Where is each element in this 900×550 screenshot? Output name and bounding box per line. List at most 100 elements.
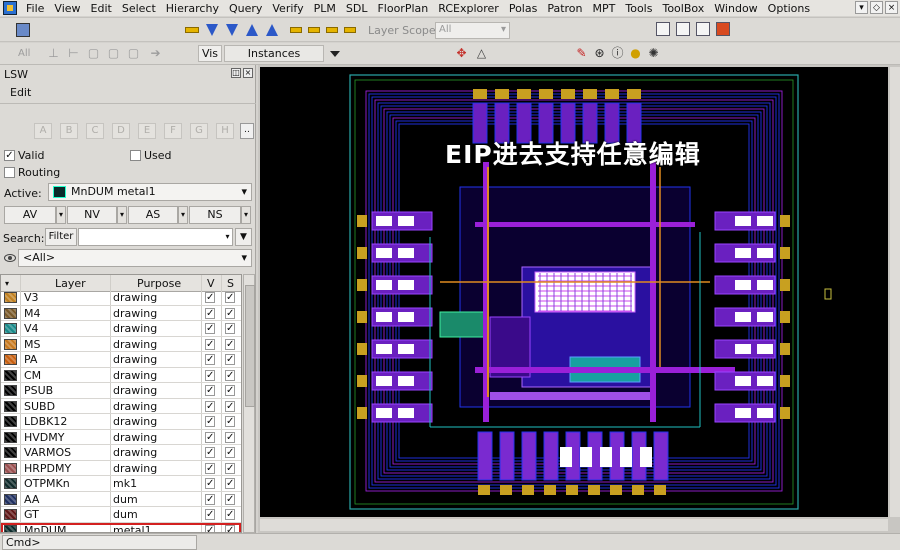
window-tile-icon[interactable] <box>656 22 670 36</box>
layer-row[interactable]: GT dum ✓ ✓ <box>1 507 241 523</box>
nv-dropdown-icon[interactable]: ▾ <box>117 206 127 224</box>
as-button[interactable]: AS <box>128 206 178 224</box>
lsw-close-icon[interactable]: × <box>243 68 253 78</box>
search-input[interactable] <box>78 228 233 246</box>
visible-checkbox[interactable]: ✓ <box>205 307 215 319</box>
move-icon[interactable]: ✥ <box>454 46 469 61</box>
layer-row[interactable]: AA dum ✓ ✓ <box>1 492 241 507</box>
layer-swatch[interactable] <box>4 416 17 427</box>
col-s-header[interactable]: S <box>227 277 234 290</box>
return-icon[interactable] <box>266 24 278 36</box>
menu-edit[interactable]: Edit <box>86 2 117 15</box>
layer-filter-a-button[interactable]: A <box>34 123 52 139</box>
layer-row[interactable]: LDBK12 drawing ✓ ✓ <box>1 414 241 430</box>
path-tool-icon[interactable] <box>290 27 302 33</box>
layer-swatch[interactable] <box>4 493 17 505</box>
selectable-checkbox[interactable]: ✓ <box>225 400 235 412</box>
canvas-hscrollbar[interactable] <box>260 519 888 531</box>
search-options-button[interactable]: ▼ <box>235 228 252 246</box>
rect-tool-icon[interactable] <box>308 27 320 33</box>
visible-checkbox[interactable]: ✓ <box>205 462 215 474</box>
as-dropdown-icon[interactable]: ▾ <box>178 206 188 224</box>
layer-filter-b-button[interactable]: B <box>60 123 78 139</box>
menu-window[interactable]: Window <box>709 2 762 15</box>
layer-swatch[interactable] <box>4 354 17 365</box>
visible-checkbox[interactable]: ✓ <box>205 416 215 427</box>
layer-row[interactable]: M4 drawing ✓ ✓ <box>1 306 241 321</box>
layer-filter-f-button[interactable]: F <box>164 123 182 139</box>
menu-toolbox[interactable]: ToolBox <box>657 2 709 15</box>
selectable-checkbox[interactable]: ✓ <box>225 307 235 319</box>
layer-table-scrollbar[interactable] <box>243 274 255 533</box>
snap-icon[interactable]: ⊢ <box>66 46 81 61</box>
av-dropdown-icon[interactable]: ▾ <box>56 206 66 224</box>
ns-dropdown-icon[interactable]: ▾ <box>241 206 251 224</box>
layer-swatch[interactable] <box>4 385 17 396</box>
layer-set-select[interactable]: <All> <box>18 249 252 267</box>
layer-filter-g-button[interactable]: G <box>190 123 208 139</box>
align-icon[interactable]: ⊥ <box>46 46 61 61</box>
window-new-icon[interactable] <box>696 22 710 36</box>
menu-view[interactable]: View <box>49 2 85 15</box>
instances-dropdown-icon[interactable] <box>330 51 340 57</box>
selectable-checkbox[interactable]: ✓ <box>225 369 235 381</box>
selectable-checkbox[interactable]: ✓ <box>225 447 235 458</box>
canvas-vscrollbar[interactable] <box>890 67 900 517</box>
window-cascade-icon[interactable] <box>676 22 690 36</box>
layer-swatch[interactable] <box>4 338 17 350</box>
visible-checkbox[interactable]: ✓ <box>205 369 215 381</box>
info-icon[interactable]: ⓘ <box>610 46 625 61</box>
command-line[interactable]: Cmd> <box>2 535 197 550</box>
layer-swatch[interactable] <box>4 369 17 381</box>
eye-icon[interactable] <box>4 254 16 262</box>
selectable-checkbox[interactable]: ✓ <box>225 338 235 350</box>
filter-button[interactable]: Filter <box>45 228 77 246</box>
selectable-checkbox[interactable]: ✓ <box>225 509 235 520</box>
target-icon[interactable]: ⊛ <box>592 46 607 61</box>
menu-patron[interactable]: Patron <box>542 2 587 15</box>
visible-checkbox[interactable]: ✓ <box>205 478 215 489</box>
selectable-checkbox[interactable]: ✓ <box>225 462 235 474</box>
selectable-checkbox[interactable]: ✓ <box>225 323 235 334</box>
ns-button[interactable]: NS <box>189 206 241 224</box>
layer-swatch[interactable] <box>4 292 17 303</box>
visible-checkbox[interactable]: ✓ <box>205 292 215 303</box>
selectable-checkbox[interactable]: ✓ <box>225 416 235 427</box>
settings-icon[interactable]: ✺ <box>646 46 661 61</box>
selectable-checkbox[interactable]: ✓ <box>225 292 235 303</box>
active-layer-select[interactable]: MnDUM metal1 <box>48 183 252 201</box>
instances-field[interactable]: Instances <box>224 45 324 62</box>
visible-checkbox[interactable]: ✓ <box>205 400 215 412</box>
selectable-checkbox[interactable]: ✓ <box>225 431 235 443</box>
layout-canvas[interactable]: EIP进去支持任意编辑 <box>260 67 888 517</box>
push-down-icon[interactable] <box>226 24 238 36</box>
selectable-checkbox[interactable]: ✓ <box>225 385 235 396</box>
layer-row[interactable]: HVDMY drawing ✓ ✓ <box>1 430 241 445</box>
routing-checkbox[interactable] <box>4 167 15 178</box>
menu-verify[interactable]: Verify <box>267 2 308 15</box>
layer-swatch[interactable] <box>4 447 17 458</box>
layer-row[interactable]: HRPDMY drawing ✓ ✓ <box>1 461 241 476</box>
col-layer-header[interactable]: Layer <box>55 277 86 290</box>
wire-tool-icon[interactable] <box>185 27 199 33</box>
layer-filter-e-button[interactable]: E <box>138 123 156 139</box>
pop-up-icon[interactable] <box>246 24 258 36</box>
layer-row[interactable]: V3 drawing ✓ ✓ <box>1 290 241 306</box>
menu-options[interactable]: Options <box>763 2 815 15</box>
layer-row[interactable]: PSUB drawing ✓ ✓ <box>1 383 241 399</box>
layer-filter-d-button[interactable]: D <box>112 123 130 139</box>
layer-swatch[interactable] <box>4 509 17 520</box>
menu-sdl[interactable]: SDL <box>341 2 373 15</box>
selectable-checkbox[interactable]: ✓ <box>225 493 235 505</box>
layer-scope-select[interactable]: All <box>435 22 510 39</box>
all-filter-label[interactable]: All <box>18 48 30 59</box>
restore-icon[interactable]: ◇ <box>870 1 883 14</box>
triangle-icon[interactable]: △ <box>474 46 489 61</box>
visible-checkbox[interactable]: ✓ <box>205 385 215 396</box>
visible-checkbox[interactable]: ✓ <box>205 447 215 458</box>
used-checkbox[interactable] <box>130 150 141 161</box>
menu-mpt[interactable]: MPT <box>588 2 621 15</box>
col-purpose-header[interactable]: Purpose <box>137 277 181 290</box>
polygon-tool-icon[interactable] <box>326 27 338 33</box>
layer-swatch[interactable] <box>4 400 17 412</box>
